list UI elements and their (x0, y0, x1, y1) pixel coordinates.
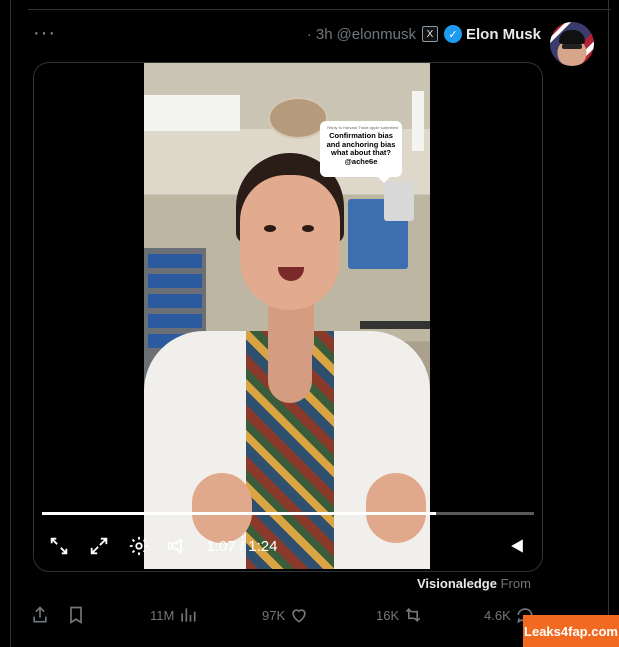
post-time[interactable]: · 3h (307, 26, 333, 43)
play-icon[interactable] (504, 529, 530, 563)
views-icon (181, 608, 196, 622)
video-progress-bar[interactable] (42, 512, 534, 515)
repost-button[interactable]: 16K (376, 605, 423, 625)
author-handle[interactable]: @elonmusk (337, 26, 416, 43)
source-name[interactable]: Visionaledge (417, 576, 497, 591)
video-source: Visionaledge From (417, 576, 531, 591)
mouth (278, 267, 304, 281)
picture-in-picture-icon[interactable] (86, 529, 112, 563)
lab-shelf (360, 321, 430, 329)
share-button[interactable] (30, 605, 50, 625)
volume-icon[interactable] (166, 529, 192, 563)
comment-reply-bubble: Reply to Harvard Trade apple submitted C… (320, 121, 402, 183)
avatar-cap (559, 30, 585, 44)
video-frame[interactable]: Reply to Harvard Trade apple submitted C… (144, 63, 430, 569)
left-divider (10, 0, 11, 647)
replies-count: 4.6K (484, 607, 511, 623)
time-readout: 1:07 / 1:24 (206, 537, 278, 555)
ceiling-vent (268, 97, 328, 139)
watermark: Leaks4fap.com (523, 615, 619, 647)
heart-icon (292, 609, 306, 623)
video-controls: 1:07 / 1:24 (34, 529, 542, 563)
ceiling-light (144, 95, 240, 131)
avatar-glasses (562, 44, 582, 49)
video-player[interactable]: Reply to Harvard Trade apple submitted C… (33, 62, 543, 572)
eye (264, 225, 276, 232)
reposts-count: 16K (376, 607, 400, 623)
fullscreen-icon[interactable] (46, 529, 72, 563)
bubble-text: Confirmation bias and anchoring bias wha… (326, 131, 396, 166)
repost-icon (405, 607, 421, 623)
source-prefix: From (500, 576, 531, 591)
like-button[interactable]: 97K (262, 605, 309, 625)
bubble-caption: Reply to Harvard Trade apple submitted (327, 125, 398, 130)
settings-gear-icon[interactable] (126, 529, 152, 563)
more-options-icon[interactable]: ··· (33, 22, 56, 45)
eye (302, 225, 314, 232)
right-divider (608, 0, 609, 647)
post-actions: 11M 97K 16K 4.6K (30, 605, 589, 631)
ceiling-light (412, 91, 424, 151)
bookmark-button[interactable] (66, 605, 86, 625)
author-name[interactable]: Elon Musk (466, 26, 541, 43)
post-header: · 3h @elonmusk X ✓ Elon Musk (307, 24, 541, 44)
top-divider (28, 9, 611, 10)
neckline (268, 343, 312, 403)
views-button[interactable]: 11M (150, 605, 198, 625)
bookmark-icon (70, 606, 82, 625)
avatar[interactable] (550, 22, 594, 66)
lab-machine-top (384, 181, 414, 221)
share-icon (33, 606, 47, 623)
likes-count: 97K (262, 607, 286, 623)
face (240, 175, 340, 310)
views-count: 11M (150, 607, 175, 623)
video-progress-fill (42, 512, 436, 515)
verified-badge-icon[interactable]: ✓ (443, 25, 462, 43)
x-affiliation-icon[interactable]: X (421, 26, 438, 42)
